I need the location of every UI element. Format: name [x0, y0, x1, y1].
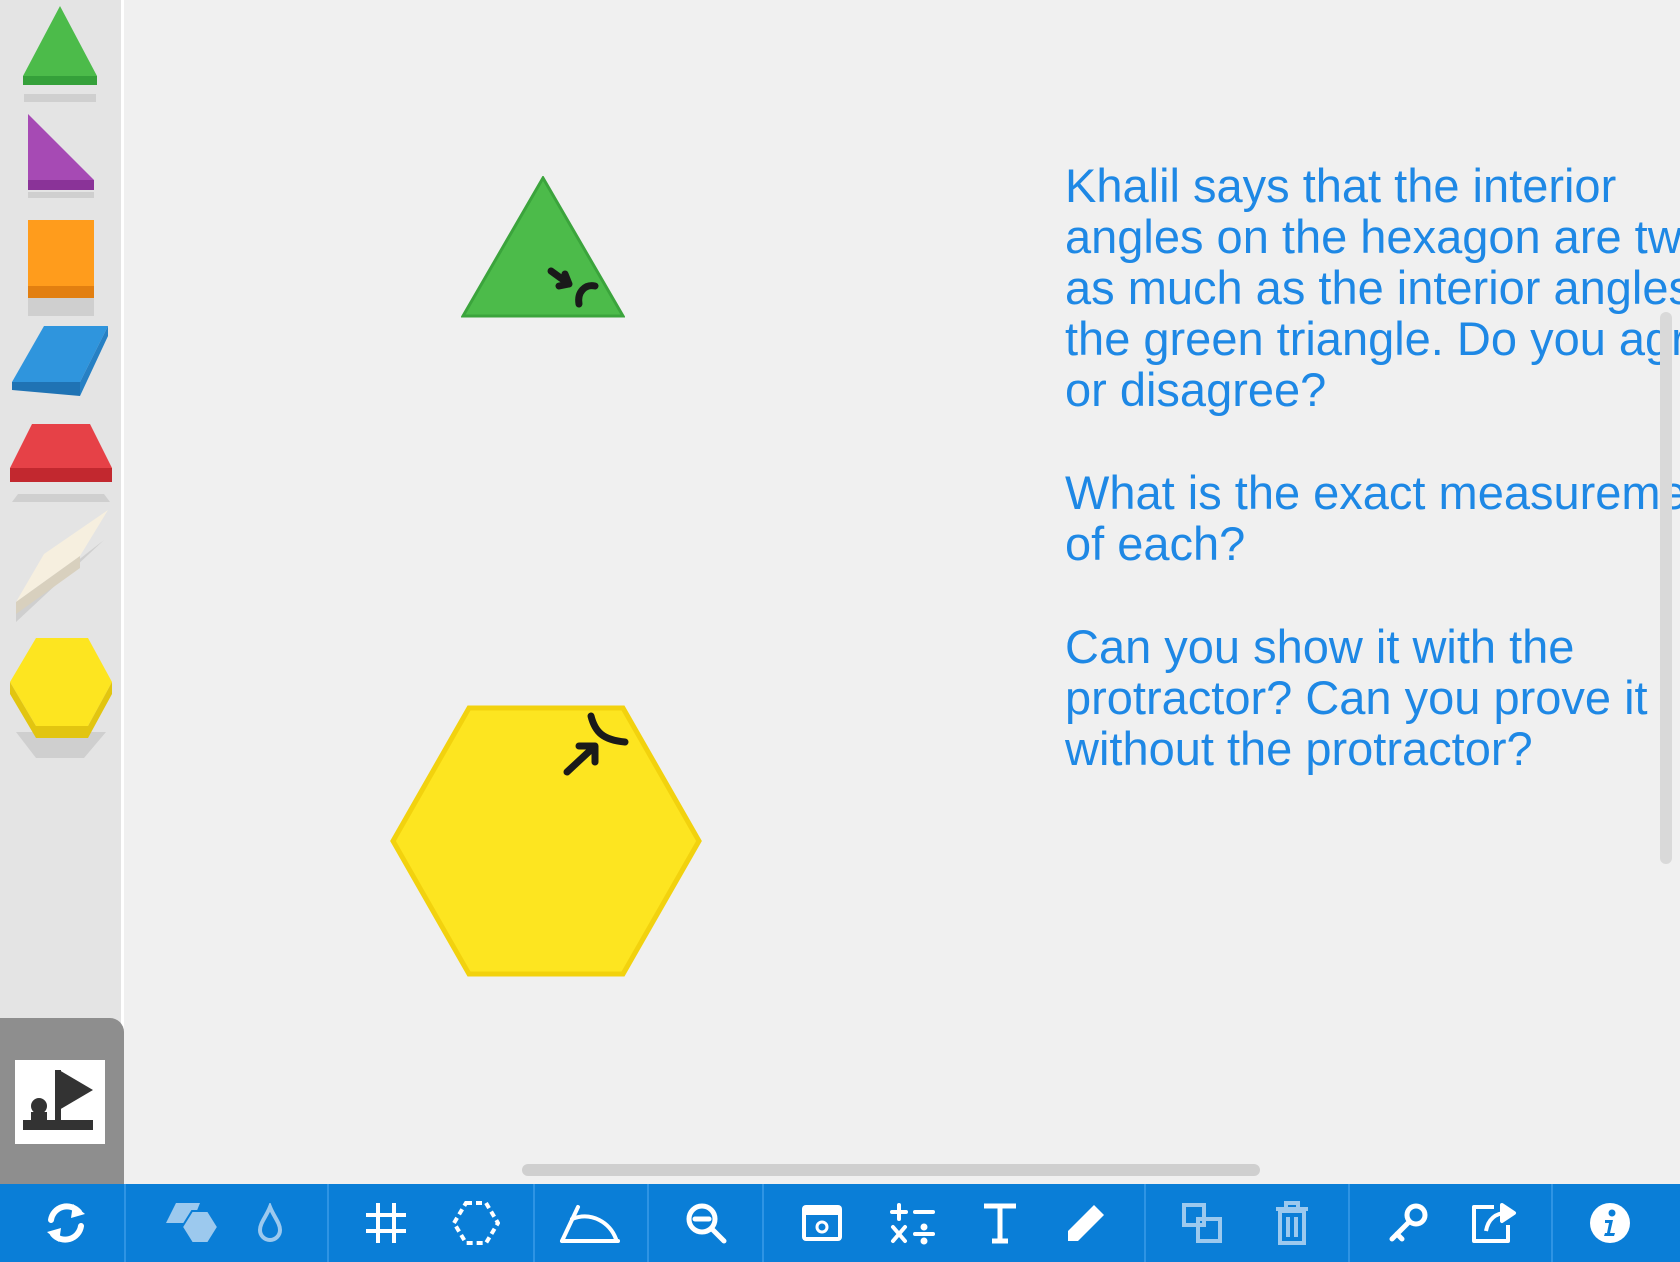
toolbar-divider: [1551, 1184, 1553, 1262]
info-icon[interactable]: [1582, 1184, 1638, 1262]
trash-icon[interactable]: [1264, 1184, 1320, 1262]
image-icon[interactable]: [794, 1184, 850, 1262]
toolbar-divider: [762, 1184, 764, 1262]
question-paragraph: What is the exact measurement of each?: [1065, 466, 1680, 570]
palette-yellow-hexagon[interactable]: [0, 636, 124, 762]
color-drop-icon[interactable]: [250, 1184, 290, 1262]
question-paragraph: Can you show it with the protractor? Can…: [1065, 620, 1648, 775]
stamp-icon[interactable]: [15, 1060, 105, 1144]
palette-red-trapezoid[interactable]: [0, 424, 124, 504]
shape-palette: [0, 0, 124, 1184]
pencil-icon[interactable]: [1058, 1184, 1114, 1262]
toolbar-divider: [327, 1184, 329, 1262]
toolbar-divider: [1348, 1184, 1350, 1262]
horizontal-scrollbar[interactable]: [522, 1164, 1260, 1176]
key-icon[interactable]: [1380, 1184, 1436, 1262]
toolbar-divider: [533, 1184, 535, 1262]
bottom-toolbar: [0, 1184, 1680, 1262]
palette-purple-right-triangle[interactable]: [0, 112, 124, 202]
stamp-panel: [0, 1018, 124, 1184]
share-icon[interactable]: [1466, 1184, 1522, 1262]
hexagon-select-icon[interactable]: [448, 1184, 504, 1262]
toolbar-divider: [124, 1184, 126, 1262]
yellow-hexagon-piece[interactable]: [389, 704, 703, 983]
palette-green-triangle[interactable]: [0, 6, 124, 106]
palette-blue-rhombus[interactable]: [0, 326, 124, 406]
protractor-icon[interactable]: [556, 1184, 624, 1262]
zoom-out-icon[interactable]: [678, 1184, 734, 1262]
palette-tan-thin-rhombus[interactable]: [0, 510, 124, 630]
grid-icon[interactable]: [358, 1184, 414, 1262]
math-symbols-icon[interactable]: [882, 1184, 944, 1262]
text-icon[interactable]: [972, 1184, 1028, 1262]
green-triangle-piece[interactable]: [460, 175, 626, 323]
refresh-icon[interactable]: [24, 1184, 108, 1262]
toolbar-divider: [647, 1184, 649, 1262]
palette-orange-square[interactable]: [0, 220, 124, 320]
duplicate-icon[interactable]: [1174, 1184, 1230, 1262]
question-paragraph: Khalil says that the interior angles on …: [1065, 159, 1680, 416]
question-text: Khalil says that the interior angles on …: [1065, 160, 1680, 826]
toolbar-divider: [1144, 1184, 1146, 1262]
workspace-canvas[interactable]: Khalil says that the interior angles on …: [127, 0, 1680, 1184]
vertical-scrollbar[interactable]: [1660, 312, 1672, 864]
shapes-icon[interactable]: [148, 1184, 236, 1262]
